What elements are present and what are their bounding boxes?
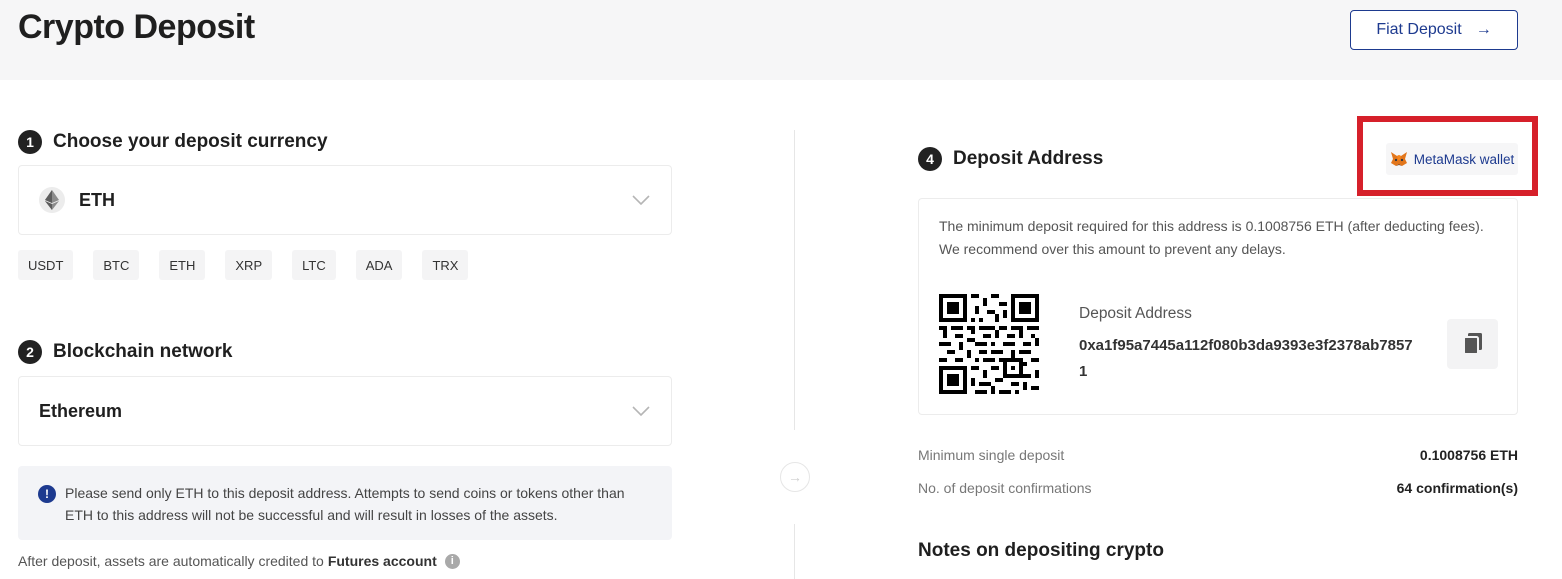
fiat-deposit-label: Fiat Deposit xyxy=(1376,21,1462,38)
confirmations-row: No. of deposit confirmations 64 confirma… xyxy=(918,480,1518,496)
step-4-label: Deposit Address xyxy=(953,148,1104,169)
qr-code xyxy=(939,294,1039,394)
currency-select[interactable]: ETH xyxy=(18,165,672,235)
metamask-wallet-label: MetaMask wallet xyxy=(1413,151,1515,167)
metamask-fox-icon xyxy=(1390,152,1407,166)
copy-address-button[interactable] xyxy=(1447,319,1498,369)
deposit-address-label: Deposit Address xyxy=(1079,305,1192,322)
step-1-heading: 1 Choose your deposit currency xyxy=(18,130,328,154)
after-deposit-note: After deposit, assets are automatically … xyxy=(18,553,460,569)
chevron-down-icon xyxy=(632,406,650,417)
step-2-badge: 2 xyxy=(18,340,42,364)
info-icon[interactable]: i xyxy=(444,553,460,569)
page-title: Crypto Deposit xyxy=(18,8,255,46)
step-1-badge: 1 xyxy=(18,130,42,154)
arrow-right-icon: → xyxy=(1475,21,1492,38)
futures-account-label: Futures account xyxy=(327,553,437,569)
arrow-circle-icon: → xyxy=(780,462,810,492)
min-single-deposit-label: Minimum single deposit xyxy=(918,447,1065,463)
currency-chip-usdt[interactable]: USDT xyxy=(18,250,74,280)
metamask-wallet-button[interactable]: MetaMask wallet xyxy=(1386,143,1518,175)
network-select[interactable]: Ethereum xyxy=(18,376,672,446)
currency-chip-ada[interactable]: ADA xyxy=(355,250,403,280)
currency-chip-eth[interactable]: ETH xyxy=(159,250,206,280)
confirmations-label: No. of deposit confirmations xyxy=(918,480,1092,496)
minimum-deposit-note: The minimum deposit required for this ad… xyxy=(939,218,1484,257)
step-2-heading: 2 Blockchain network xyxy=(18,340,233,364)
copy-icon xyxy=(1462,333,1482,355)
network-select-value: Ethereum xyxy=(39,400,123,421)
chevron-down-icon xyxy=(632,195,650,206)
network-warning-notice: ! Please send only ETH to this deposit a… xyxy=(18,466,672,540)
min-single-deposit-row: Minimum single deposit 0.1008756 ETH xyxy=(918,447,1518,463)
currency-chip-trx[interactable]: TRX xyxy=(422,250,469,280)
notice-text: Please send only ETH to this deposit add… xyxy=(65,485,625,523)
confirmations-value: 64 confirmation(s) xyxy=(1396,480,1518,496)
currency-chip-btc[interactable]: BTC xyxy=(93,250,140,280)
step-4-badge: 4 xyxy=(918,147,942,171)
currency-chip-xrp[interactable]: XRP xyxy=(225,250,273,280)
column-divider xyxy=(794,130,795,430)
deposit-address-value: 0xa1f95a7445a112f080b3da9393e3f2378ab785… xyxy=(1079,337,1413,380)
notes-heading: Notes on depositing crypto xyxy=(918,540,1164,561)
exclamation-icon: ! xyxy=(38,485,56,503)
column-divider xyxy=(794,524,795,579)
step-2-label: Blockchain network xyxy=(53,341,233,362)
currency-chips: USDT BTC ETH XRP LTC ADA TRX xyxy=(18,250,469,280)
after-deposit-text: After deposit, assets are automatically … xyxy=(18,553,324,569)
currency-select-value: ETH xyxy=(79,189,115,210)
deposit-address-panel: The minimum deposit required for this ad… xyxy=(918,198,1518,415)
fiat-deposit-button[interactable]: Fiat Deposit → xyxy=(1350,10,1518,50)
min-single-deposit-value: 0.1008756 ETH xyxy=(1419,447,1518,463)
currency-chip-ltc[interactable]: LTC xyxy=(292,250,336,280)
step-1-label: Choose your deposit currency xyxy=(53,131,328,152)
ethereum-icon xyxy=(39,187,65,213)
step-4-heading: 4 Deposit Address xyxy=(918,147,1103,171)
